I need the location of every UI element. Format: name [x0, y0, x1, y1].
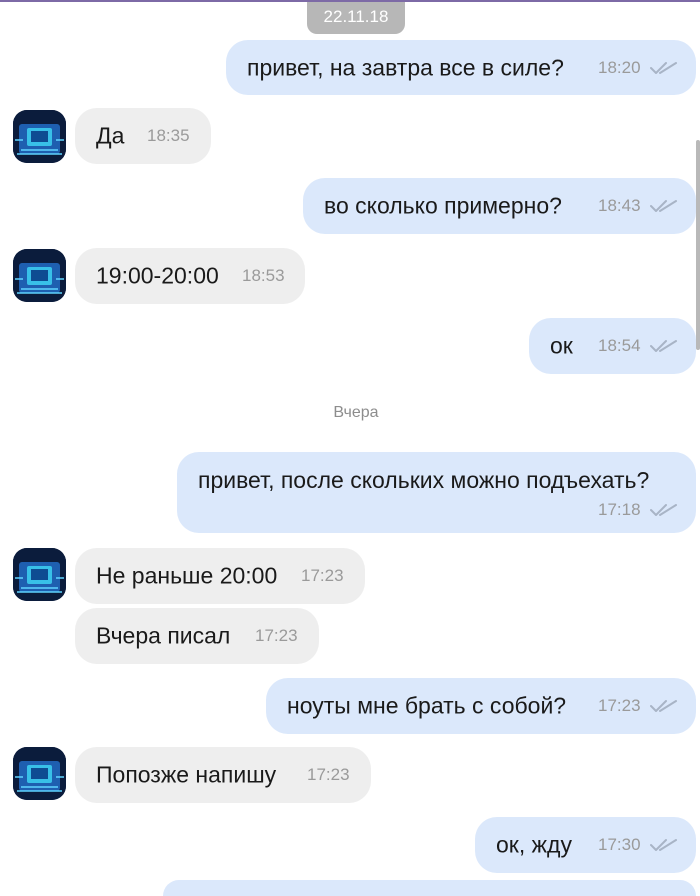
- message-text: Попозже напишу: [96, 761, 277, 788]
- message-time: 18:43: [598, 196, 641, 215]
- message-time: 17:18: [598, 500, 641, 519]
- message-text: ноуты мне брать с собой?: [287, 692, 567, 719]
- message-time: 17:30: [598, 835, 641, 854]
- read-checkmarks-icon: [650, 839, 677, 851]
- message-time: 17:23: [307, 765, 350, 784]
- date-chip: 22.11.18: [307, 2, 405, 34]
- message-outgoing[interactable]: во сколько примерно? 18:43: [303, 178, 696, 234]
- read-checkmarks-icon: [650, 200, 677, 212]
- message-time: 18:35: [147, 126, 190, 145]
- contact-avatar[interactable]: [13, 747, 66, 800]
- message-text: привет, после скольких можно подъехать?: [198, 467, 650, 493]
- message-time: 17:23: [598, 696, 641, 715]
- message-incoming[interactable]: Попозже напишу 17:23: [75, 747, 371, 803]
- contact-avatar[interactable]: [13, 110, 66, 163]
- message-outgoing[interactable]: ок, жду 17:30: [475, 817, 696, 873]
- message-outgoing[interactable]: ок 18:54: [529, 318, 696, 374]
- message-text: привет, на завтра все в силе?: [247, 54, 564, 80]
- message-text: Вчера писал: [96, 622, 231, 649]
- message-incoming[interactable]: 19:00-20:00 18:53: [75, 248, 305, 304]
- message-time: 18:53: [242, 266, 285, 285]
- contact-avatar[interactable]: [13, 249, 66, 302]
- message-outgoing[interactable]: привет, на завтра все в силе? 18:20: [226, 40, 696, 95]
- read-checkmarks-icon: [650, 700, 677, 712]
- message-incoming[interactable]: Не раньше 20:00 17:23: [75, 548, 365, 604]
- message-text: во сколько примерно?: [324, 192, 562, 219]
- message-incoming[interactable]: Да 18:35: [75, 108, 211, 164]
- chat-area[interactable]: 22.11.18 привет, на завтра все в силе? 1…: [0, 0, 700, 896]
- message-text: 19:00-20:00: [96, 262, 219, 289]
- message-outgoing[interactable]: ноуты мне брать с собой? 17:23: [266, 678, 696, 734]
- read-checkmarks-icon: [650, 61, 677, 74]
- message-time: 17:23: [255, 626, 298, 645]
- message-outgoing-partial[interactable]: [163, 880, 696, 896]
- day-separator: Вчера: [333, 404, 379, 421]
- message-text: ок: [550, 332, 573, 359]
- message-outgoing[interactable]: привет, после скольких можно подъехать? …: [177, 452, 696, 533]
- message-text: ок, жду: [496, 831, 572, 858]
- message-time: 18:20: [598, 57, 641, 77]
- read-checkmarks-icon: [650, 504, 677, 516]
- message-text: Не раньше 20:00: [96, 562, 278, 589]
- message-text: Да: [96, 122, 125, 149]
- scrollbar-thumb[interactable]: [696, 140, 700, 350]
- message-incoming[interactable]: Вчера писал 17:23: [75, 608, 319, 664]
- message-time: 18:54: [598, 336, 641, 355]
- contact-avatar[interactable]: [13, 548, 66, 601]
- message-time: 17:23: [301, 566, 344, 585]
- read-checkmarks-icon: [650, 340, 677, 352]
